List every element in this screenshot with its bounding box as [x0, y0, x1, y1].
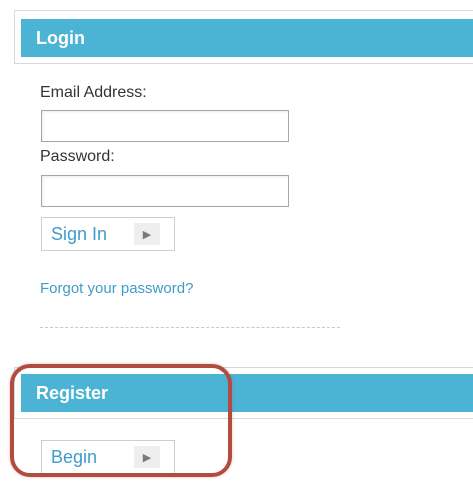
email-label: Email Address: [40, 84, 147, 101]
play-arrow-icon: ▶ [134, 223, 160, 245]
register-header: Register [21, 374, 473, 412]
play-arrow-icon: ▶ [134, 446, 160, 468]
login-register-page: Login Email Address: Password: Sign In ▶… [0, 0, 473, 482]
password-label: Password: [40, 148, 115, 165]
begin-label: Begin [51, 446, 98, 467]
forgot-password-link[interactable]: Forgot your password? [40, 280, 193, 297]
sign-in-button[interactable]: Sign In ▶ [41, 217, 175, 251]
sign-in-label: Sign In [51, 223, 108, 244]
password-field[interactable] [41, 175, 289, 207]
login-header: Login [21, 19, 473, 57]
section-divider [40, 327, 340, 328]
begin-button[interactable]: Begin ▶ [41, 440, 175, 474]
email-field[interactable] [41, 110, 289, 142]
register-panel: Register [14, 367, 473, 419]
login-panel: Login [14, 10, 473, 64]
